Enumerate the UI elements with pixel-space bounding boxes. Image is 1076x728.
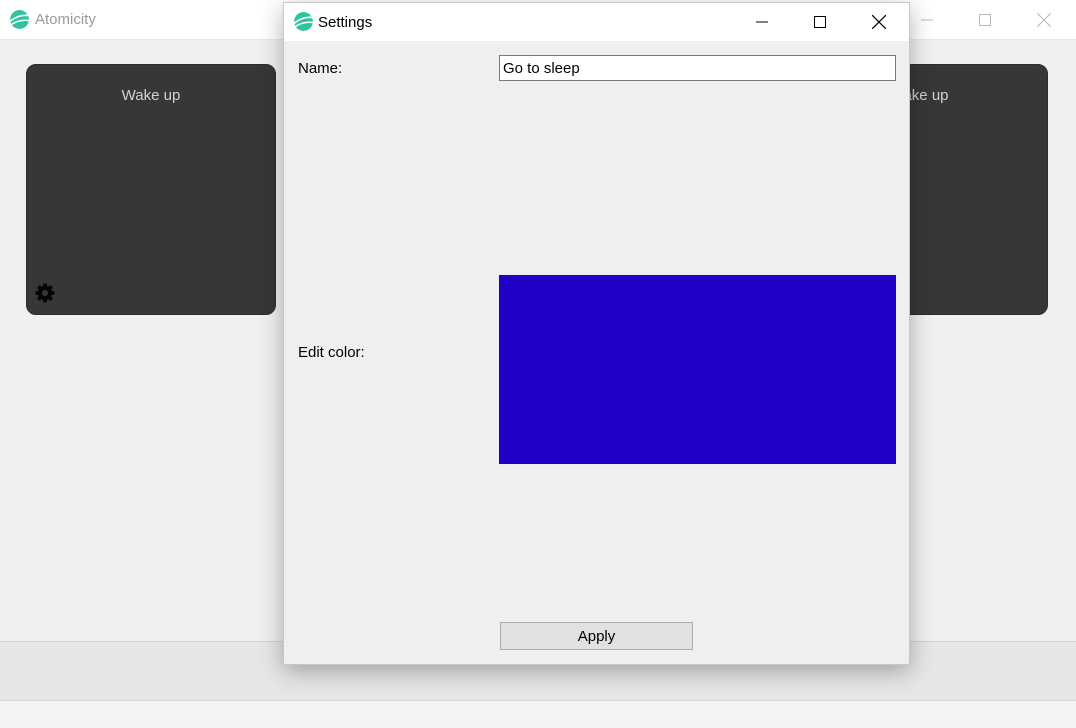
dialog-close-button[interactable] [850, 3, 908, 41]
edit-color-label: Edit color: [298, 344, 365, 361]
apply-button[interactable]: Apply [500, 622, 693, 650]
dialog-title: Settings [318, 14, 373, 31]
task-card[interactable]: Wake up [26, 64, 276, 315]
task-card-title: Wake up [121, 87, 181, 104]
dialog-minimize-button[interactable] [733, 3, 791, 41]
close-icon [1037, 13, 1051, 27]
name-label: Name: [298, 60, 343, 77]
app-logo-icon [294, 12, 313, 31]
gear-icon[interactable] [35, 283, 55, 303]
color-swatch[interactable] [499, 275, 896, 464]
dialog-maximize-button[interactable] [791, 3, 849, 41]
maximize-icon [814, 16, 826, 28]
taskbar [0, 700, 1076, 728]
main-window-title: Atomicity [35, 11, 96, 28]
settings-dialog: Settings Name: Edit color: Apply [283, 2, 910, 665]
close-icon [872, 15, 886, 29]
name-input[interactable] [499, 55, 896, 81]
dialog-titlebar[interactable]: Settings [284, 3, 909, 41]
app-logo-icon [10, 10, 29, 29]
main-close-button[interactable] [1015, 0, 1073, 40]
main-maximize-button[interactable] [956, 0, 1014, 40]
maximize-icon [979, 14, 991, 26]
minimize-icon [756, 21, 768, 23]
minimize-icon [921, 19, 933, 21]
